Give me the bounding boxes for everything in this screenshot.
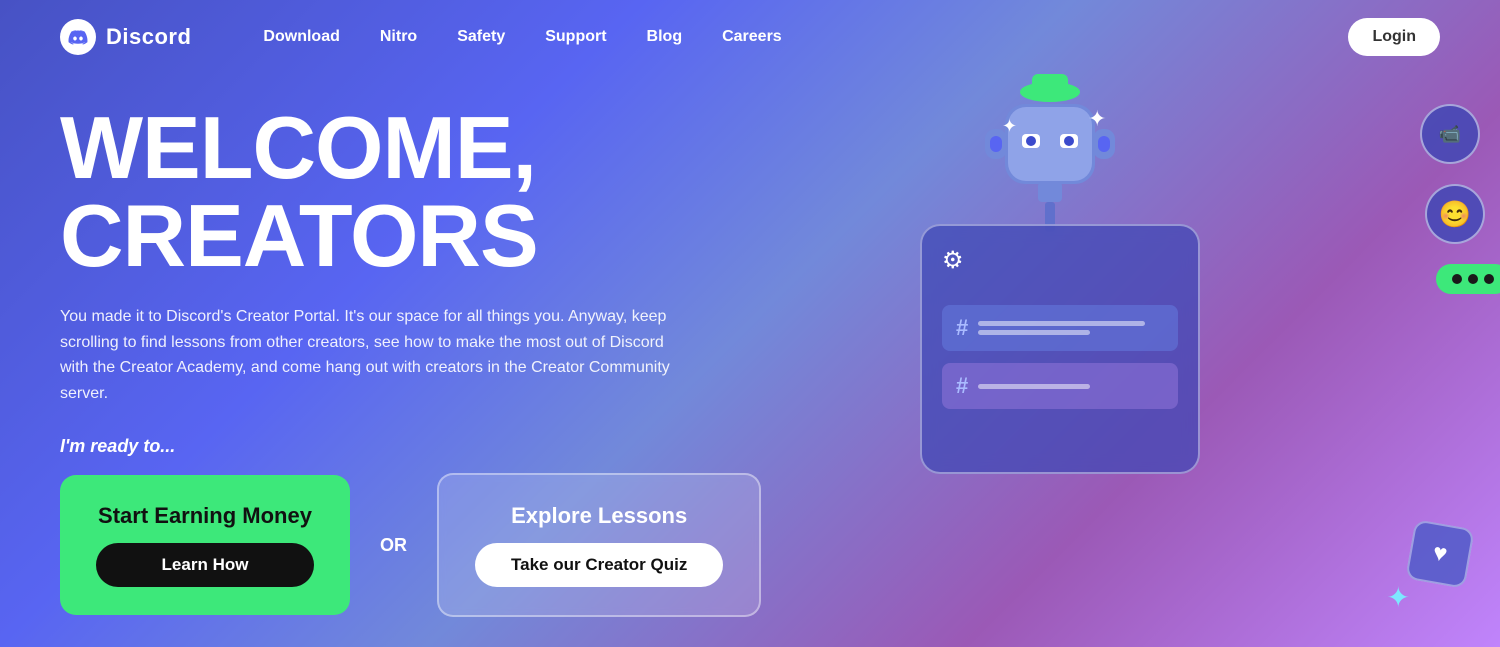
nav-link-careers[interactable]: Careers bbox=[722, 28, 782, 46]
heart-float-icon: ♥ bbox=[1405, 519, 1475, 589]
nav-left: Discord Download Nitro Safety Support Bl… bbox=[60, 19, 782, 55]
gear-icon: ⚙ bbox=[942, 246, 1178, 275]
channel-row-2: # bbox=[942, 363, 1178, 409]
star-sparkle-icon: ✦ bbox=[1387, 581, 1410, 614]
channel-lines-2 bbox=[978, 384, 1164, 389]
smile-icon: 😊 bbox=[1439, 199, 1471, 230]
hero-illustration: ✦ ✦ ⚙ # bbox=[900, 44, 1500, 647]
explore-card-title: Explore Lessons bbox=[511, 503, 687, 529]
nav-link-download[interactable]: Download bbox=[263, 28, 339, 46]
hero-title: WELCOME, CREATORS bbox=[60, 104, 819, 280]
discord-wordmark: Discord bbox=[106, 24, 191, 50]
creator-quiz-button[interactable]: Take our Creator Quiz bbox=[475, 543, 723, 587]
channel-hash-icon: # bbox=[956, 315, 968, 341]
earn-card-title: Start Earning Money bbox=[98, 503, 312, 529]
nav-links: Download Nitro Safety Support Blog Caree… bbox=[263, 28, 781, 46]
learn-how-button[interactable]: Learn How bbox=[96, 543, 314, 587]
login-button[interactable]: Login bbox=[1348, 18, 1440, 56]
cta-card-explore: Explore Lessons Take our Creator Quiz bbox=[437, 473, 761, 617]
nav-link-blog[interactable]: Blog bbox=[647, 28, 683, 46]
hero-content: WELCOME, CREATORS You made it to Discord… bbox=[60, 104, 819, 617]
hero-subtitle: You made it to Discord's Creator Portal.… bbox=[60, 304, 680, 406]
channel-line-short bbox=[978, 330, 1089, 335]
channel-lines bbox=[978, 321, 1164, 335]
cta-card-earn: Start Earning Money Learn How bbox=[60, 475, 350, 615]
discord-panel: ⚙ # # bbox=[920, 224, 1200, 474]
discord-logo[interactable]: Discord bbox=[60, 19, 191, 55]
channel-hash-icon-2: # bbox=[956, 373, 968, 399]
or-divider: OR bbox=[380, 535, 407, 556]
channel-row-1: # bbox=[942, 305, 1178, 351]
channel-line-2 bbox=[978, 384, 1089, 389]
dot-2 bbox=[1468, 274, 1478, 284]
discord-icon bbox=[60, 19, 96, 55]
navbar: Discord Download Nitro Safety Support Bl… bbox=[0, 0, 1500, 74]
hero-section: WELCOME, CREATORS You made it to Discord… bbox=[0, 74, 1500, 617]
channel-line-long bbox=[978, 321, 1145, 326]
nav-link-support[interactable]: Support bbox=[545, 28, 606, 46]
video-float-icon: 📹 bbox=[1420, 104, 1480, 164]
nav-link-safety[interactable]: Safety bbox=[457, 28, 505, 46]
page-wrapper: Discord Download Nitro Safety Support Bl… bbox=[0, 0, 1500, 647]
typing-indicator bbox=[1436, 264, 1500, 294]
ready-label: I'm ready to... bbox=[60, 436, 819, 457]
cta-row: Start Earning Money Learn How OR Explore… bbox=[60, 473, 819, 617]
heart-icon: ♥ bbox=[1431, 539, 1450, 569]
video-icon: 📹 bbox=[1439, 124, 1461, 145]
svg-text:✦: ✦ bbox=[1088, 106, 1106, 131]
dot-3 bbox=[1484, 274, 1494, 284]
nav-link-nitro[interactable]: Nitro bbox=[380, 28, 417, 46]
dot-1 bbox=[1452, 274, 1462, 284]
emoji-float-icon: 😊 bbox=[1425, 184, 1485, 244]
